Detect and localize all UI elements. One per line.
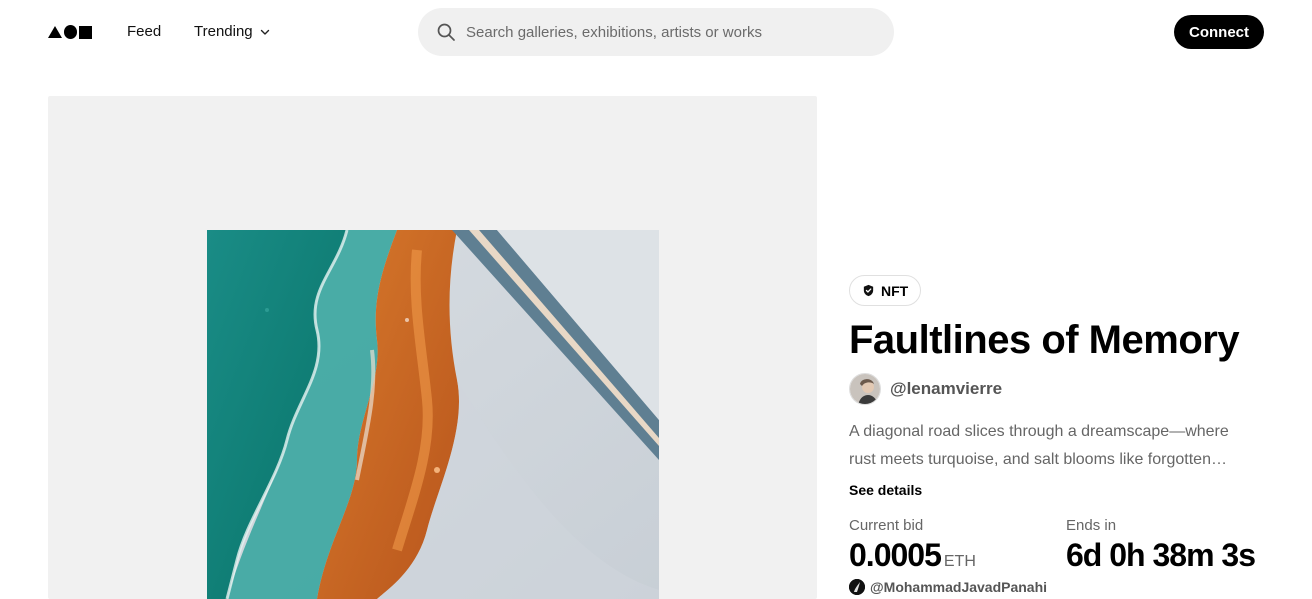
description-line-1: A diagonal road slices through a dreamsc… bbox=[849, 423, 1229, 440]
top-bidder-handle: @MohammadJavadPanahi bbox=[870, 579, 1048, 595]
logo-triangle-shape bbox=[48, 26, 62, 38]
ends-in-countdown: 6d 0h 38m 3s bbox=[1066, 537, 1256, 573]
search-icon bbox=[437, 23, 455, 41]
ends-in-label: Ends in bbox=[1066, 517, 1117, 534]
nft-badge-label: NFT bbox=[881, 282, 909, 299]
see-details-link[interactable]: See details bbox=[849, 482, 922, 498]
current-bid-value: 0.0005 ETH bbox=[849, 536, 976, 581]
site-logo[interactable] bbox=[48, 25, 92, 39]
artwork-image[interactable] bbox=[207, 230, 659, 599]
artist-avatar bbox=[849, 373, 881, 405]
artwork-panel bbox=[48, 96, 817, 599]
chevron-down-icon bbox=[260, 29, 269, 35]
nav-trending-label: Trending bbox=[194, 23, 253, 40]
artwork-image-render bbox=[207, 230, 659, 599]
artwork-description: A diagonal road slices through a dreamsc… bbox=[849, 418, 1264, 474]
current-bid-label: Current bid bbox=[849, 517, 924, 534]
top-bidder-link[interactable]: @MohammadJavadPanahi bbox=[849, 579, 1047, 595]
logo-square-shape bbox=[79, 25, 92, 39]
nft-badge: NFT bbox=[849, 275, 922, 306]
search-bar[interactable] bbox=[418, 8, 894, 56]
description-line-2: rust meets turquoise, and salt blooms li… bbox=[849, 451, 1227, 468]
artist-handle: @lenamvierre bbox=[890, 379, 1003, 398]
verified-shield-icon bbox=[863, 284, 874, 297]
current-bid-amount: 0.0005 bbox=[849, 537, 942, 573]
search-input[interactable] bbox=[466, 23, 866, 41]
connect-wallet-button[interactable]: Connect bbox=[1174, 15, 1264, 49]
artist-link[interactable]: @lenamvierre bbox=[849, 373, 1002, 405]
artwork-title: Faultlines of Memory bbox=[849, 318, 1240, 362]
nav-trending-dropdown[interactable]: Trending bbox=[194, 23, 271, 41]
current-bid-unit: ETH bbox=[943, 553, 976, 570]
bidder-avatar bbox=[849, 579, 865, 595]
nav-feed[interactable]: Feed bbox=[127, 23, 161, 41]
logo-circle-shape bbox=[64, 25, 78, 39]
